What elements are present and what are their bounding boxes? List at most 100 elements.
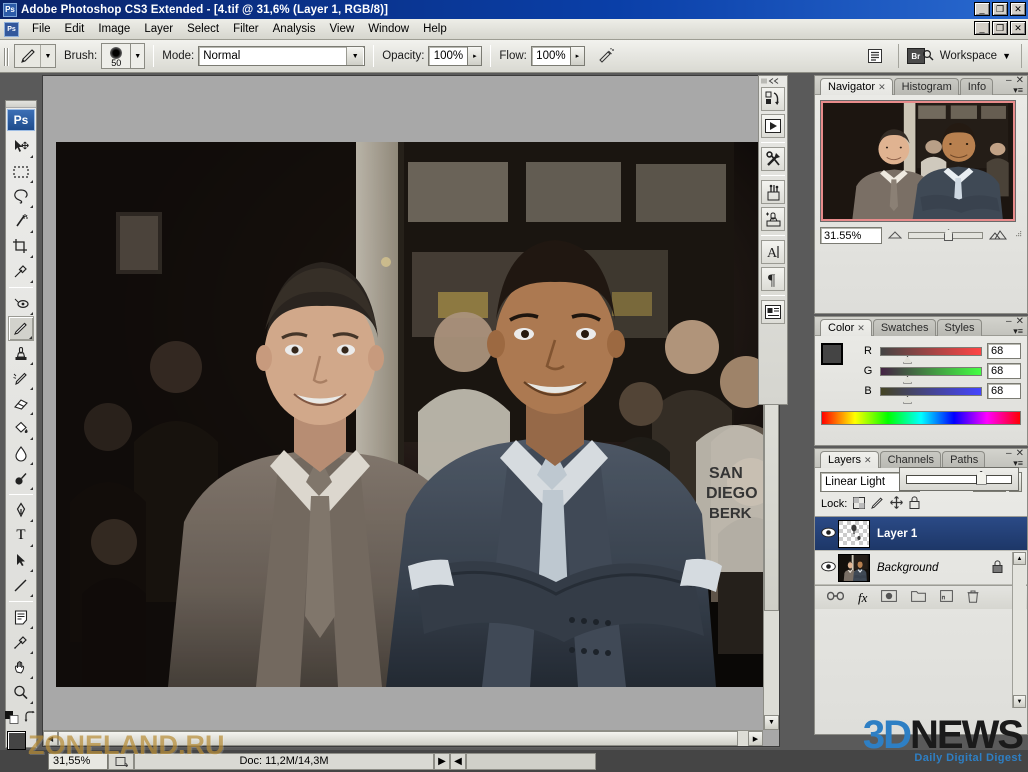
layers-list-scrollbar[interactable]: ▲ ▼ (1012, 552, 1026, 708)
color-panel-foreground-swatch[interactable] (821, 343, 843, 365)
status-expand-button[interactable]: ▶ (434, 752, 450, 770)
navigator-panel-menu-icon[interactable]: ▾≡ (1013, 85, 1023, 96)
blur-tool[interactable] (8, 441, 34, 466)
menu-item-select[interactable]: Select (180, 21, 226, 37)
layer-comps-icon[interactable] (761, 300, 785, 324)
close-icon[interactable]: ✕ (857, 322, 865, 335)
layers-scroll-up-button[interactable]: ▲ (1013, 552, 1026, 565)
crop-tool[interactable] (8, 234, 34, 259)
add-mask-icon[interactable] (881, 590, 898, 605)
paint-bucket-tool[interactable] (8, 416, 34, 441)
zoom-tool[interactable] (8, 680, 34, 705)
menu-item-analysis[interactable]: Analysis (266, 21, 323, 37)
layer-thumbnail[interactable] (838, 519, 870, 548)
flow-input[interactable]: 100% (530, 46, 571, 66)
healing-brush-tool[interactable] (8, 291, 34, 316)
canvas-horizontal-scrollbar[interactable]: ◀ ▶ (43, 730, 763, 746)
layer-style-fx-icon[interactable]: fx (858, 590, 867, 606)
document-menu-icon[interactable]: Ps (4, 21, 19, 37)
close-icon[interactable]: ✕ (878, 81, 886, 94)
tool-preset-picker[interactable]: ▼ (14, 44, 56, 68)
layer-visibility-icon[interactable] (818, 561, 838, 575)
tab-info[interactable]: Info (959, 78, 994, 95)
lock-transparency-icon[interactable] (853, 496, 866, 512)
menu-item-help[interactable]: Help (416, 21, 454, 37)
horizontal-scroll-thumb[interactable] (58, 731, 738, 746)
close-icon[interactable]: ✕ (864, 454, 872, 467)
layer-opacity-popup-track[interactable] (906, 470, 1012, 485)
default-colors-icon[interactable] (5, 711, 19, 727)
brush-tool[interactable] (8, 316, 34, 341)
tools-panel-grip[interactable] (6, 101, 36, 108)
character-panel-icon[interactable]: A (761, 240, 785, 264)
type-tool[interactable]: T (8, 523, 34, 548)
tab-histogram[interactable]: Histogram (893, 78, 959, 95)
move-tool[interactable] (8, 134, 34, 159)
lock-all-icon[interactable] (909, 496, 920, 512)
menu-item-image[interactable]: Image (91, 21, 137, 37)
chevron-down-icon[interactable]: ▼ (346, 47, 364, 65)
play-action-icon[interactable] (761, 114, 785, 138)
navigator-zoom-input[interactable]: 31.55% (820, 227, 882, 244)
navigator-minimize-icon[interactable]: – (1006, 75, 1012, 86)
layer-name-layer-1[interactable]: Layer 1 (877, 528, 917, 540)
bridge-button[interactable]: Br (906, 48, 934, 64)
hand-tool[interactable] (8, 655, 34, 680)
document-restore-button[interactable]: ❐ (992, 21, 1008, 35)
eyedropper-tool[interactable] (8, 259, 34, 284)
channel-g-value[interactable]: 68 (987, 363, 1021, 379)
tab-navigator[interactable]: Navigator ✕ (820, 78, 893, 95)
layers-scroll-down-button[interactable]: ▼ (1013, 695, 1026, 708)
document-minimize-button[interactable]: _ (974, 21, 990, 35)
magic-wand-tool[interactable] (8, 209, 34, 234)
navigator-zoom-slider-knob[interactable] (944, 229, 954, 241)
menu-item-layer[interactable]: Layer (137, 21, 180, 37)
flow-control[interactable]: 100% ▸ (530, 46, 585, 66)
menu-item-edit[interactable]: Edit (58, 21, 92, 37)
image-canvas[interactable]: SAN DIEGO BERK (56, 142, 766, 687)
eraser-tool[interactable] (8, 391, 34, 416)
workspace-label[interactable]: Workspace (940, 50, 997, 62)
scroll-left-button[interactable]: ◀ (43, 731, 58, 746)
clone-source-icon[interactable] (761, 207, 785, 231)
color-panel-menu-icon[interactable]: ▾≡ (1013, 326, 1023, 337)
channel-g-knob[interactable] (903, 375, 912, 384)
scroll-down-button[interactable]: ▼ (764, 715, 779, 730)
layer-row-layer-1[interactable]: Layer 1 (815, 517, 1027, 551)
tab-styles[interactable]: Styles (936, 319, 982, 336)
channel-b-knob[interactable] (903, 395, 912, 404)
palettes-toggle-icon[interactable] (864, 46, 886, 66)
channel-r-knob[interactable] (903, 355, 912, 364)
layer-opacity-popup-knob[interactable] (975, 470, 987, 485)
notes-tool[interactable] (8, 605, 34, 630)
dodge-tool[interactable] (8, 466, 34, 491)
menu-item-window[interactable]: Window (361, 21, 416, 37)
channel-b-value[interactable]: 68 (987, 383, 1021, 399)
channel-r-slider[interactable] (880, 346, 982, 364)
blend-mode-select[interactable]: Normal ▼ (198, 46, 366, 66)
tab-paths[interactable]: Paths (942, 451, 986, 468)
brush-preview[interactable]: 50 (101, 43, 132, 69)
opacity-control[interactable]: 100% ▸ (428, 46, 483, 66)
zoom-in-icon[interactable] (988, 229, 1007, 243)
paragraph-panel-icon[interactable]: ¶ (761, 267, 785, 291)
tool-preset-dropdown-arrow[interactable]: ▼ (41, 45, 55, 67)
layer-opacity-popup-slider[interactable] (899, 467, 1019, 491)
menu-item-filter[interactable]: Filter (226, 21, 266, 37)
preview-arrow-icon[interactable] (108, 752, 134, 770)
lasso-tool[interactable] (8, 184, 34, 209)
brush-picker-dropdown-arrow[interactable]: ▼ (131, 43, 146, 69)
lock-image-icon[interactable] (871, 497, 884, 512)
layer-name-background[interactable]: Background (877, 562, 938, 574)
channel-b-slider[interactable] (880, 386, 982, 404)
clone-stamp-tool[interactable] (8, 341, 34, 366)
navigator-thumbnail[interactable] (820, 100, 1016, 222)
zoom-out-icon[interactable] (887, 229, 903, 242)
path-selection-tool[interactable] (8, 548, 34, 573)
opacity-input[interactable]: 100% (428, 46, 469, 66)
rectangular-marquee-tool[interactable] (8, 159, 34, 184)
airbrush-icon[interactable] (595, 45, 617, 67)
document-close-button[interactable]: ✕ (1010, 21, 1026, 35)
navigator-resize-grip[interactable] (1013, 230, 1022, 242)
workspace-chevron-down-icon[interactable]: ▼ (1002, 51, 1011, 61)
